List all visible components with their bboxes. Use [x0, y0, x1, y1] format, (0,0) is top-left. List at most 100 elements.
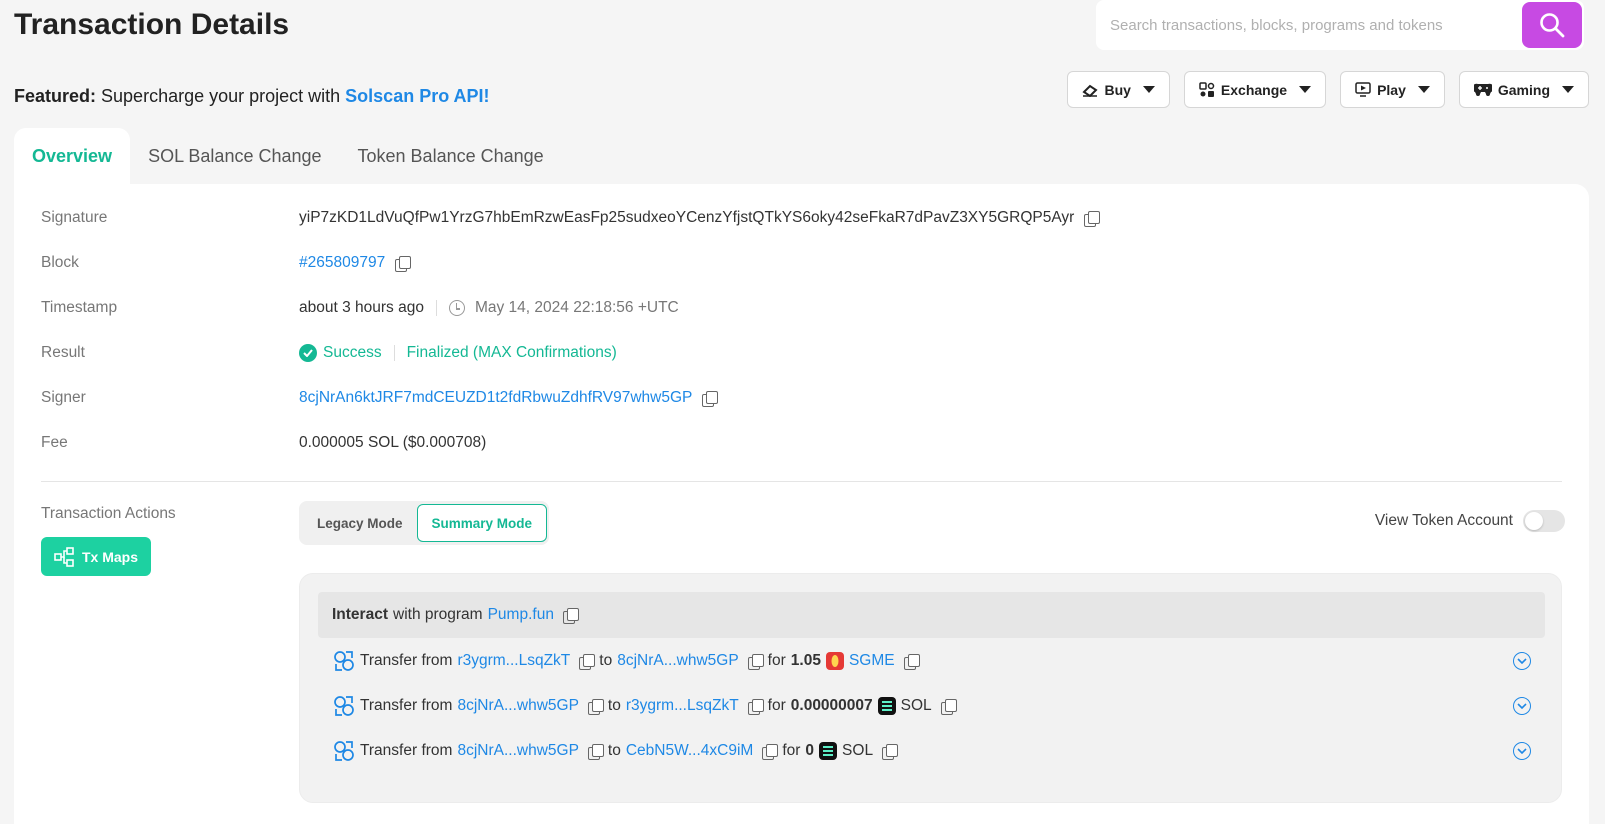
tx-maps-icon — [54, 546, 74, 567]
search-box — [1096, 0, 1584, 50]
search-input[interactable] — [1096, 0, 1522, 50]
copy-icon[interactable] — [762, 743, 779, 760]
timestamp-row: Timestamp about 3 hours ago May 14, 2024… — [41, 299, 679, 317]
result-row: Result Success Finalized (MAX Confirmati… — [41, 344, 617, 362]
divider — [393, 345, 395, 361]
tab-sol-balance-change[interactable]: SOL Balance Change — [130, 128, 339, 184]
chevron-down-icon — [1142, 86, 1155, 93]
fee-value: 0.000005 SOL ($0.000708) — [299, 434, 487, 451]
transfer-to-link[interactable]: CebN5W...4xC9iM — [626, 742, 753, 760]
transfer-from-link[interactable]: r3ygrm...LsqZkT — [457, 652, 570, 670]
timestamp-absolute: May 14, 2024 22:18:56 +UTC — [474, 299, 679, 316]
to-label: to — [607, 697, 621, 714]
play-icon — [1355, 82, 1371, 97]
summary-mode-button[interactable]: Summary Mode — [416, 504, 548, 542]
divider — [435, 300, 437, 316]
buy-button[interactable]: Buy — [1067, 71, 1170, 108]
transfer-from-link[interactable]: 8cjNrA...whw5GP — [457, 742, 578, 760]
transfer-from-label: Transfer from — [360, 652, 453, 669]
tab-overview[interactable]: Overview — [14, 128, 131, 184]
actions-panel: Interact with program Pump.fun Transfer … — [299, 573, 1562, 803]
sol-token-icon — [877, 697, 896, 715]
copy-icon[interactable] — [587, 698, 604, 715]
transfer-from-label: Transfer from — [360, 742, 453, 759]
top-button-group: Buy Exchange Play Gaming — [1067, 71, 1589, 108]
for-label: for — [767, 652, 786, 669]
transfer-from-link[interactable]: 8cjNrA...whw5GP — [457, 697, 578, 715]
featured-text: Supercharge your project with — [101, 86, 341, 106]
clock-icon — [448, 300, 465, 316]
token-link[interactable]: SGME — [849, 652, 895, 670]
signer-label: Signer — [41, 389, 86, 406]
transfer-amount: 1.05 — [790, 652, 821, 669]
play-label: Play — [1377, 81, 1406, 98]
copy-icon[interactable] — [395, 255, 412, 272]
signature-value: yiP7zKD1LdVuQfPw1YrzG7hbEmRzwEasFp25sudx… — [299, 209, 1075, 226]
transfer-to-link[interactable]: r3ygrm...LsqZkT — [626, 697, 739, 715]
transfer-icon — [334, 696, 354, 716]
featured-label: Featured: — [14, 86, 97, 106]
signature-label: Signature — [41, 209, 108, 226]
exchange-button[interactable]: Exchange — [1183, 71, 1327, 108]
timestamp-label: Timestamp — [41, 299, 118, 316]
block-label: Block — [41, 254, 79, 271]
transfer-icon — [334, 741, 354, 761]
transfer-from-label: Transfer from — [360, 697, 453, 714]
tab-bar: Overview SOL Balance Change Token Balanc… — [14, 128, 562, 184]
fee-label: Fee — [41, 434, 68, 451]
transfer-amount: 0 — [805, 742, 815, 759]
view-token-account-label: View Token Account — [1374, 512, 1513, 529]
block-link[interactable]: #265809797 — [299, 254, 385, 272]
buy-icon — [1082, 84, 1099, 97]
for-label: for — [767, 697, 786, 714]
copy-icon[interactable] — [747, 698, 764, 715]
copy-icon[interactable] — [579, 653, 596, 670]
page-title: Transaction Details — [14, 8, 290, 41]
copy-icon[interactable] — [1084, 210, 1101, 227]
copy-icon[interactable] — [747, 653, 764, 670]
transfer-row: Transfer from r3ygrm...LsqZkT to 8cjNrA.… — [333, 650, 920, 672]
view-token-account: View Token Account — [1375, 510, 1565, 532]
legacy-mode-button[interactable]: Legacy Mode — [303, 504, 417, 542]
interact-text: with program — [393, 606, 483, 623]
transfer-amount: 0.00000007 — [790, 697, 873, 714]
copy-icon[interactable] — [940, 698, 957, 715]
signature-row: Signature yiP7zKD1LdVuQfPw1YrzG7hbEmRzwE… — [41, 209, 1101, 227]
fee-row: Fee 0.000005 SOL ($0.000708) — [41, 434, 486, 452]
chevron-down-icon — [1562, 86, 1574, 93]
result-finality: Finalized (MAX Confirmations) — [406, 344, 617, 361]
overview-card: Signature yiP7zKD1LdVuQfPw1YrzG7hbEmRzwE… — [14, 184, 1589, 824]
gaming-label: Gaming — [1497, 81, 1550, 98]
gaming-button[interactable]: Gaming — [1458, 71, 1589, 108]
play-button[interactable]: Play — [1340, 71, 1445, 108]
solscan-pro-api-link[interactable]: Solscan Pro API! — [345, 86, 489, 106]
result-status: Success — [323, 344, 382, 361]
exchange-icon — [1199, 81, 1215, 97]
signer-link[interactable]: 8cjNrAn6ktJRF7mdCEUZD1t2fdRbwuZdhfRV97wh… — [299, 389, 692, 407]
mode-switch: Legacy Mode Summary Mode — [299, 501, 550, 545]
exchange-label: Exchange — [1220, 81, 1288, 98]
copy-icon[interactable] — [587, 743, 604, 760]
for-label: for — [782, 742, 801, 759]
tx-maps-button[interactable]: Tx Maps — [41, 537, 151, 576]
copy-icon[interactable] — [702, 390, 719, 407]
section-divider — [41, 481, 1562, 482]
transfer-to-link[interactable]: 8cjNrA...whw5GP — [617, 652, 738, 670]
timestamp-relative: about 3 hours ago — [299, 299, 424, 316]
to-label: to — [607, 742, 621, 759]
expand-chevron-icon[interactable] — [1513, 742, 1531, 760]
copy-icon[interactable] — [903, 653, 920, 670]
expand-chevron-icon[interactable] — [1513, 652, 1531, 670]
tab-token-balance-change[interactable]: Token Balance Change — [340, 128, 562, 184]
expand-chevron-icon[interactable] — [1513, 697, 1531, 715]
transfer-row: Transfer from 8cjNrA...whw5GP to r3ygrm.… — [333, 695, 957, 717]
program-link[interactable]: Pump.fun — [488, 606, 554, 624]
copy-icon[interactable] — [562, 607, 579, 624]
chevron-down-icon — [1417, 86, 1430, 93]
copy-icon[interactable] — [882, 743, 899, 760]
search-icon — [1540, 13, 1565, 38]
interact-prefix: Interact — [332, 606, 388, 623]
view-token-account-toggle[interactable] — [1523, 510, 1565, 532]
search-button[interactable] — [1522, 2, 1582, 48]
to-label: to — [599, 652, 613, 669]
